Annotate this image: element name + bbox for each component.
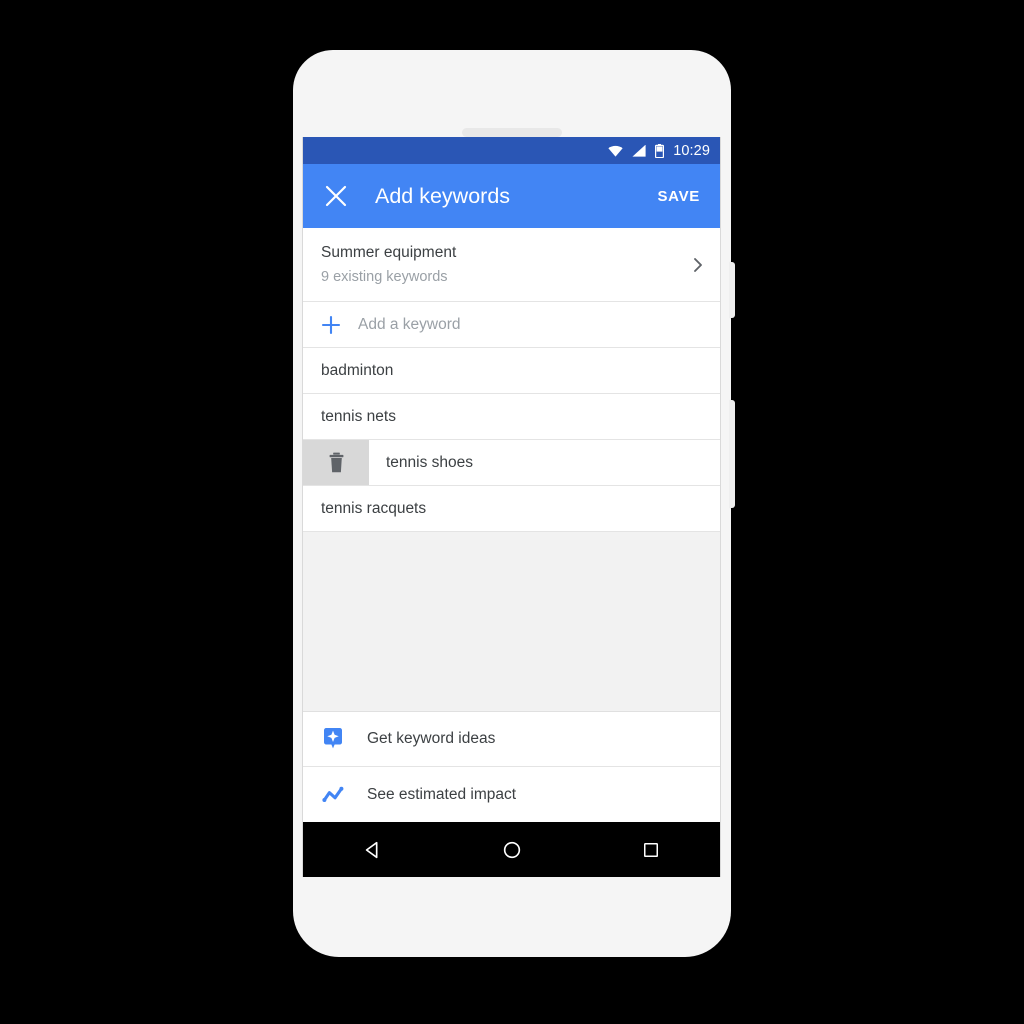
keyword-row-badminton[interactable]: badminton bbox=[303, 348, 720, 394]
keyword-text: tennis racquets bbox=[321, 499, 427, 517]
close-icon[interactable] bbox=[323, 183, 349, 209]
volume-button[interactable] bbox=[729, 400, 735, 508]
bottom-action-list: Get keyword ideas See estimated impact bbox=[303, 712, 720, 822]
keyword-row-content[interactable]: tennis shoes bbox=[369, 440, 720, 485]
chevron-right-icon[interactable] bbox=[690, 257, 706, 273]
phone-screen: 10:29 Add keywords SAVE Summer equipment… bbox=[302, 137, 721, 877]
see-estimated-impact-row[interactable]: See estimated impact bbox=[303, 767, 720, 822]
keyword-text: tennis nets bbox=[321, 407, 396, 425]
earpiece-speaker bbox=[462, 128, 562, 137]
ad-group-header-text: Summer equipment 9 existing keywords bbox=[321, 243, 690, 287]
get-keyword-ideas-row[interactable]: Get keyword ideas bbox=[303, 712, 720, 767]
action-label: See estimated impact bbox=[367, 785, 517, 803]
keyword-ideas-icon bbox=[321, 727, 345, 751]
plus-icon bbox=[321, 315, 341, 335]
recents-square-icon[interactable] bbox=[627, 826, 675, 874]
add-keyword-row[interactable]: Add a keyword bbox=[303, 302, 720, 348]
page-title: Add keywords bbox=[375, 183, 511, 208]
status-bar: 10:29 bbox=[303, 137, 720, 164]
keyword-list: Summer equipment 9 existing keywords Add… bbox=[303, 228, 720, 532]
home-circle-icon[interactable] bbox=[488, 826, 536, 874]
delete-icon bbox=[327, 452, 346, 473]
save-button[interactable]: SAVE bbox=[655, 182, 702, 211]
delete-keyword-button[interactable] bbox=[303, 440, 369, 485]
ad-group-header-row[interactable]: Summer equipment 9 existing keywords bbox=[303, 228, 720, 302]
keyword-row-tennis-nets[interactable]: tennis nets bbox=[303, 394, 720, 440]
screenshot-canvas: 10:29 Add keywords SAVE Summer equipment… bbox=[0, 0, 1024, 1024]
empty-list-area bbox=[303, 532, 720, 712]
keyword-row-tennis-shoes-swiped[interactable]: tennis shoes bbox=[303, 440, 720, 486]
app-bar: Add keywords SAVE bbox=[303, 164, 720, 228]
status-bar-icons bbox=[608, 143, 665, 158]
keyword-text: tennis shoes bbox=[386, 453, 474, 471]
status-bar-clock: 10:29 bbox=[673, 142, 710, 159]
keyword-text: badminton bbox=[321, 361, 394, 379]
wifi-icon bbox=[608, 145, 623, 157]
existing-keywords-count: 9 existing keywords bbox=[321, 268, 448, 285]
back-triangle-icon[interactable] bbox=[349, 826, 397, 874]
trend-line-icon bbox=[321, 783, 345, 807]
action-label: Get keyword ideas bbox=[367, 730, 496, 747]
android-navigation-bar bbox=[303, 822, 720, 877]
battery-icon bbox=[655, 143, 665, 158]
add-keyword-input[interactable]: Add a keyword bbox=[358, 316, 461, 334]
keyword-row-tennis-racquets[interactable]: tennis racquets bbox=[303, 486, 720, 532]
power-button[interactable] bbox=[729, 262, 735, 318]
ad-group-name: Summer equipment bbox=[321, 243, 457, 261]
cellular-signal-icon bbox=[632, 144, 646, 157]
